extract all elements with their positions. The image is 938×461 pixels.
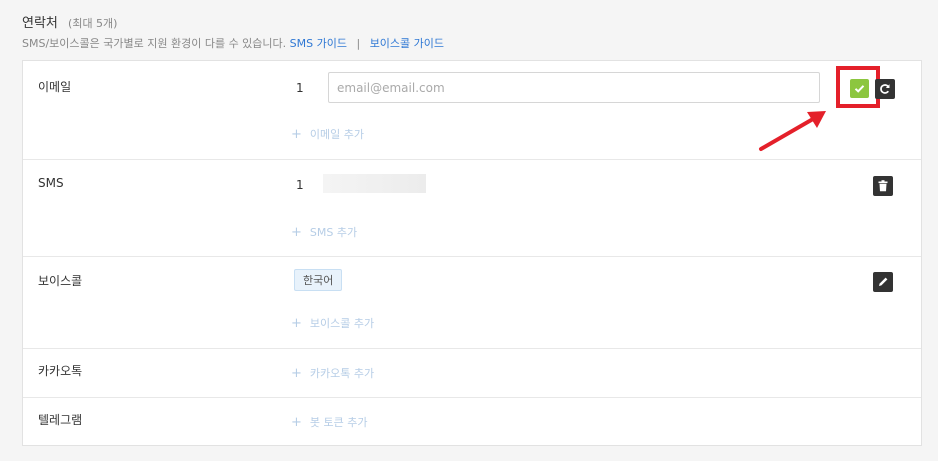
voice-guide-link[interactable]: 보이스콜 가이드 — [370, 37, 444, 50]
add-sms-link[interactable]: + SMS 추가 — [291, 224, 357, 240]
plus-icon: + — [291, 225, 302, 240]
sms-number-masked — [323, 174, 426, 193]
language-badge: 한국어 — [294, 269, 343, 291]
telegram-label: 텔레그램 — [38, 413, 83, 427]
reset-button[interactable] — [875, 79, 895, 99]
sms-index: 1 — [296, 178, 304, 192]
max-count-note: (최대 5개) — [68, 17, 118, 30]
email-index: 1 — [296, 81, 304, 95]
voice-row: 보이스콜 한국어 + 보이스콜 추가 — [23, 257, 921, 349]
kakao-row: 카카오톡 + 카카오톡 추가 — [23, 349, 921, 398]
pencil-icon — [873, 272, 893, 292]
section-title-text: 연락처 — [22, 16, 58, 31]
link-separator: | — [356, 37, 361, 50]
sms-row: SMS 1 + SMS 추가 — [23, 160, 921, 257]
description-text: SMS/보이스콜은 국가별로 지원 환경이 다를 수 있습니다. — [22, 37, 287, 50]
add-telegram-label: 봇 토큰 추가 — [309, 416, 368, 429]
add-voice-label: 보이스콜 추가 — [309, 317, 375, 330]
email-input[interactable] — [328, 72, 820, 103]
plus-icon: + — [291, 415, 302, 430]
plus-icon: + — [291, 127, 302, 142]
add-kakao-link[interactable]: + 카카오톡 추가 — [291, 365, 374, 381]
section-title: 연락처 (최대 5개) — [22, 12, 117, 31]
telegram-row: 텔레그램 + 봇 토큰 추가 — [23, 398, 921, 447]
sms-label: SMS — [38, 176, 64, 190]
plus-icon: + — [291, 316, 302, 331]
add-sms-label: SMS 추가 — [309, 226, 358, 239]
add-email-link[interactable]: + 이메일 추가 — [291, 126, 364, 142]
section-description: SMS/보이스콜은 국가별로 지원 환경이 다를 수 있습니다. SMS 가이드… — [22, 35, 444, 51]
sms-guide-link[interactable]: SMS 가이드 — [290, 37, 347, 50]
kakao-label: 카카오톡 — [38, 364, 83, 378]
add-email-label: 이메일 추가 — [309, 128, 365, 141]
add-kakao-label: 카카오톡 추가 — [309, 367, 375, 380]
add-telegram-link[interactable]: + 봇 토큰 추가 — [291, 414, 368, 430]
email-label: 이메일 — [38, 80, 72, 94]
undo-icon — [875, 79, 895, 99]
trash-icon — [873, 176, 893, 196]
voice-label: 보이스콜 — [38, 274, 83, 288]
add-voice-link[interactable]: + 보이스콜 추가 — [291, 315, 374, 331]
highlight-box — [836, 66, 880, 108]
edit-button[interactable] — [873, 272, 893, 292]
delete-button[interactable] — [873, 176, 893, 196]
plus-icon: + — [291, 366, 302, 381]
annotation-arrow — [759, 111, 826, 151]
